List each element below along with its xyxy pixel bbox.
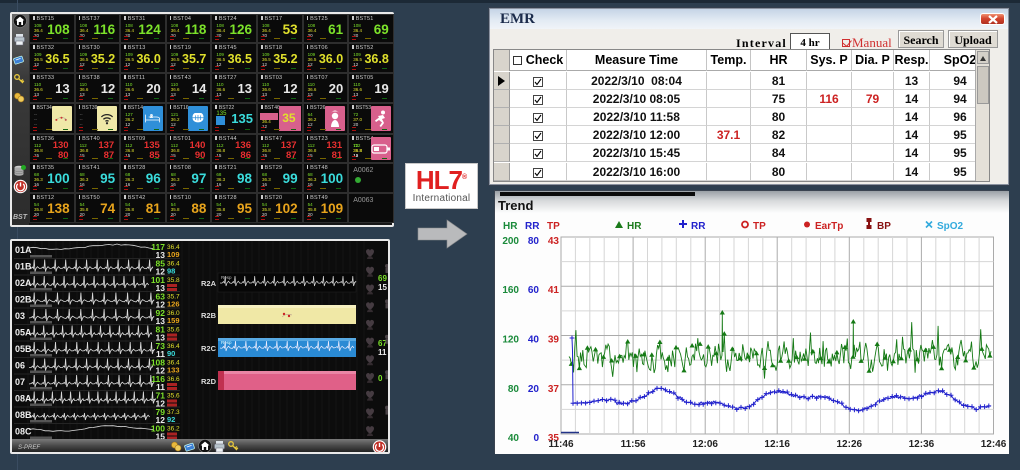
svg-text:133: 133 [167,366,180,375]
svg-text:200: 200 [502,236,519,247]
svg-text:08C: 08C [15,427,32,437]
svg-text:12:36: 12:36 [909,439,935,450]
svg-text:35.8: 35.8 [167,277,180,284]
svg-text:TP: TP [547,221,560,232]
svg-text:92: 92 [167,415,175,424]
svg-text:0: 0 [378,374,383,383]
svg-text:35.6: 35.6 [167,327,180,334]
svg-text:HR: HR [627,221,642,232]
svg-text:R2A: R2A [201,279,217,288]
svg-text:80: 80 [508,384,520,395]
svg-text:41: 41 [548,285,560,296]
svg-text:69: 69 [378,274,387,283]
svg-text:02A: 02A [15,278,32,288]
svg-text:0: 0 [533,433,539,444]
svg-text:43: 43 [548,236,560,247]
svg-text:11:46: 11:46 [548,439,573,450]
svg-text:SpO2: SpO2 [937,221,964,232]
svg-text:RR: RR [525,221,540,232]
svg-text:36.2: 36.2 [167,426,180,433]
svg-text:R2D: R2D [201,377,217,386]
svg-text:39: 39 [548,335,560,346]
svg-text:12:06: 12:06 [692,439,718,450]
svg-text:126: 126 [167,300,180,309]
svg-text:02B: 02B [15,295,32,305]
svg-text:35.6: 35.6 [167,393,180,400]
svg-text:08A: 08A [15,394,32,404]
svg-text:60: 60 [528,285,540,296]
svg-text:2: 2 [150,114,153,119]
svg-text:Trend: Trend [498,198,533,213]
svg-text:01A: 01A [15,245,32,255]
svg-text:05A: 05A [15,328,32,338]
svg-text:36.6: 36.6 [167,376,180,383]
svg-text:159: 159 [167,316,180,325]
svg-text:11: 11 [378,348,387,357]
svg-text:BP: BP [877,221,891,232]
svg-text:S-PREF: S-PREF [18,445,40,451]
svg-text:40: 40 [528,335,540,346]
svg-text:160: 160 [502,285,519,296]
svg-text:07: 07 [15,377,25,387]
svg-text:20: 20 [528,384,540,395]
svg-text:12:26: 12:26 [837,439,863,450]
svg-text:R2C: R2C [201,344,217,353]
svg-text:11:56: 11:56 [621,439,646,450]
svg-text:03: 03 [15,311,25,321]
svg-text:120: 120 [502,335,519,346]
svg-text:98: 98 [167,267,175,276]
svg-text:12:16: 12:16 [764,439,790,450]
svg-text:109: 109 [167,250,180,259]
svg-text:EarTp: EarTp [815,221,843,232]
svg-text:Resp: Resp [221,275,232,280]
svg-text:40: 40 [508,433,520,444]
svg-text:HR: HR [503,221,518,232]
svg-text:Resp: Resp [221,340,232,345]
svg-text:37: 37 [548,384,560,395]
svg-text:12:46: 12:46 [981,439,1007,450]
svg-text:06: 06 [15,361,25,371]
svg-text:80: 80 [528,236,540,247]
svg-text:01B: 01B [15,262,32,272]
svg-text:90: 90 [167,349,175,358]
svg-text:RR: RR [691,221,706,232]
svg-text:05B: 05B [15,344,32,354]
svg-text:08B: 08B [15,410,32,420]
svg-text:15: 15 [378,283,387,292]
svg-text:R2B: R2B [201,311,217,320]
svg-text:TP: TP [753,221,766,232]
